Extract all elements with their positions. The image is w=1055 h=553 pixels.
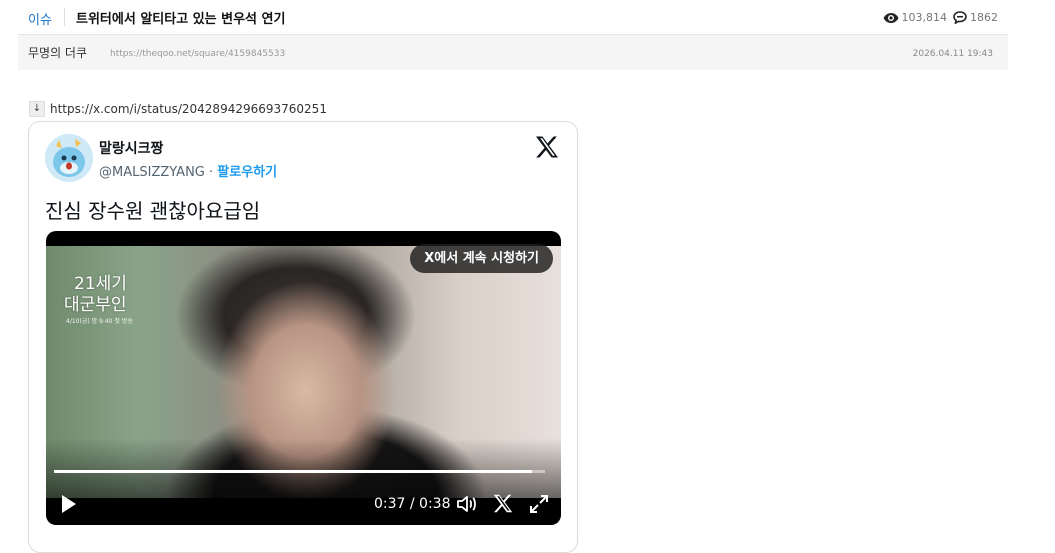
- embed-link-row: ↓ https://x.com/i/status/204289429669376…: [29, 101, 327, 117]
- watch-on-x-button[interactable]: X에서 계속 시청하기: [410, 244, 553, 273]
- play-icon[interactable]: [60, 494, 78, 518]
- show-airtime: 4/10(금) 밤 9:40 첫 방송: [66, 318, 133, 325]
- user-display-name[interactable]: 말랑시크짱: [99, 138, 163, 158]
- tweet-link[interactable]: https://x.com/i/status/20428942966937602…: [50, 102, 327, 116]
- video-controls: 0:37 / 0:38: [46, 487, 561, 525]
- view-count: 103,814: [901, 11, 948, 24]
- fullscreen-icon[interactable]: [529, 494, 549, 518]
- author-name: 무명의 더쿠: [28, 46, 88, 60]
- video-frame: 21세기 대군부인 4/10(금) 밤 9:40 첫 방송: [46, 246, 561, 498]
- post-title: 트위터에서 알티타고 있는 변우석 연기: [76, 12, 286, 27]
- show-title-overlay: 21세기 대군부인: [64, 274, 127, 316]
- category-link[interactable]: 이슈: [28, 9, 52, 28]
- show-title-line1: 21세기: [74, 274, 127, 294]
- follow-button[interactable]: 팔로우하기: [217, 165, 277, 180]
- show-title-line2: 대군부인: [64, 295, 127, 315]
- arrow-down-icon: ↓: [29, 101, 45, 117]
- handle-separator: ·: [204, 165, 218, 180]
- comment-icon: [953, 11, 967, 24]
- category-divider: [64, 8, 65, 26]
- post-date: 2026.04.11 19:43: [912, 49, 993, 59]
- source-link[interactable]: https://theqoo.net/square/4159845533: [110, 49, 285, 59]
- user-handle[interactable]: @MALSIZZYANG: [99, 165, 205, 180]
- tweet-video[interactable]: 21세기 대군부인 4/10(금) 밤 9:40 첫 방송 X에서 계속 시청하…: [46, 231, 561, 525]
- volume-icon[interactable]: [456, 494, 478, 518]
- comment-count: 1862: [970, 11, 998, 24]
- video-time: 0:37 / 0:38: [374, 496, 451, 512]
- tweet-embed-card: 말랑시크짱 @MALSIZZYANG · 팔로우하기 진심 장수원 괜찮아요급임…: [28, 121, 578, 553]
- post-meta: 무명의 더쿠 https://theqoo.net/square/4159845…: [18, 35, 1008, 70]
- handle-row: @MALSIZZYANG · 팔로우하기: [99, 161, 277, 180]
- avatar[interactable]: [45, 134, 93, 182]
- video-progress-bar[interactable]: [54, 470, 545, 473]
- post-stats: 103,814 1862: [883, 11, 1005, 24]
- x-logo-icon[interactable]: [535, 136, 559, 162]
- eye-icon: [883, 12, 899, 24]
- tweet-text: 진심 장수원 괜찮아요급임: [45, 199, 261, 223]
- x-logo-icon[interactable]: [493, 494, 513, 517]
- post-header: 이슈 트위터에서 알티타고 있는 변우석 연기 103,814 1862: [18, 0, 1008, 35]
- video-progress-fill: [54, 470, 533, 473]
